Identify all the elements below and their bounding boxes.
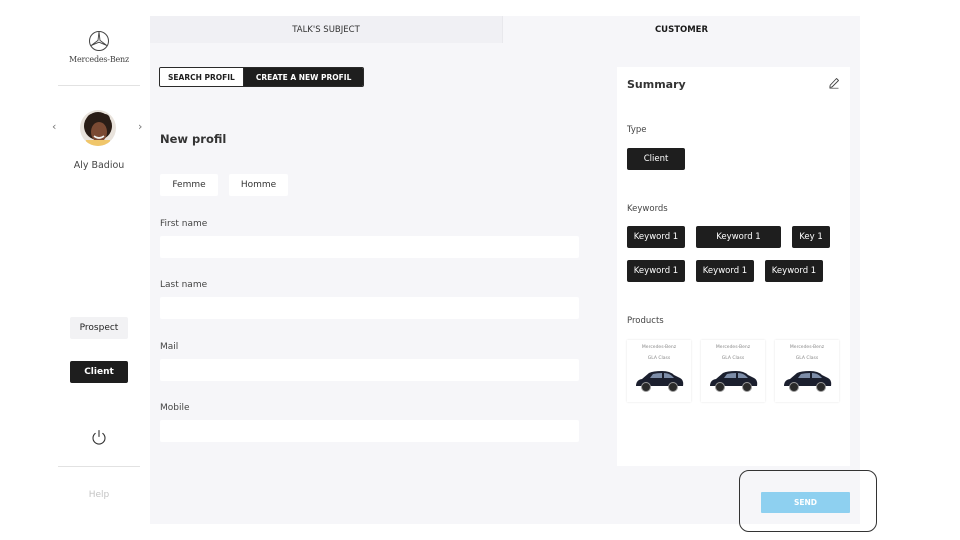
keyword-chip[interactable]: Keyword 1	[627, 260, 685, 282]
last-name-field[interactable]	[160, 297, 579, 319]
summary-card: Summary Type Client Keywords Keyword 1 K…	[617, 67, 850, 466]
tab-customer[interactable]: CUSTOMER	[503, 16, 860, 43]
avatar-image	[80, 110, 116, 146]
sidebar: Mercedes-Benz ‹ › Aly Badiou Prospect Cl…	[52, 16, 142, 524]
car-image	[710, 371, 758, 392]
search-profile-button[interactable]: SEARCH PROFIL	[160, 68, 244, 86]
mobile-field[interactable]	[160, 420, 579, 442]
chevron-right-icon[interactable]: ›	[138, 120, 142, 133]
help-link[interactable]: Help	[56, 490, 142, 500]
keyword-chip[interactable]: Keyword 1	[696, 226, 781, 248]
last-name-label: Last name	[160, 280, 208, 290]
form-title: New profil	[160, 132, 227, 146]
keywords-label: Keywords	[627, 204, 668, 214]
avatar[interactable]	[80, 110, 116, 146]
gender-male-button[interactable]: Homme	[229, 174, 288, 196]
prospect-button[interactable]: Prospect	[70, 317, 128, 339]
keyword-chip[interactable]: Keyword 1	[765, 260, 823, 282]
product-model: GLA Class	[721, 356, 745, 361]
keyword-chip[interactable]: Keyword 1	[627, 226, 685, 248]
mercedes-star-icon	[89, 31, 109, 51]
first-name-field[interactable]	[160, 236, 579, 258]
user-name: Aly Badiou	[73, 160, 125, 171]
summary-title: Summary	[627, 78, 686, 91]
brand-logo: Mercedes-Benz	[56, 30, 142, 64]
sidebar-divider	[58, 466, 140, 467]
first-name-label: First name	[160, 219, 208, 229]
mail-field[interactable]	[160, 359, 579, 381]
client-button[interactable]: Client	[70, 361, 128, 383]
profile-mode-toggle: SEARCH PROFIL CREATE A NEW PROFIL	[159, 67, 365, 87]
type-chip[interactable]: Client	[627, 148, 685, 170]
product-card[interactable]: Mercedes-Benz GLA Class	[627, 340, 691, 402]
mobile-label: Mobile	[160, 403, 190, 413]
product-card[interactable]: Mercedes-Benz GLA Class	[775, 340, 839, 402]
product-model: GLA Class	[647, 356, 671, 361]
product-brand: Mercedes-Benz	[715, 345, 751, 350]
car-image	[636, 371, 684, 392]
tab-talks-subject[interactable]: TALK'S SUBJECT	[150, 16, 503, 43]
brand-name: Mercedes-Benz	[68, 55, 129, 64]
products-label: Products	[627, 316, 664, 326]
gender-female-button[interactable]: Femme	[160, 174, 218, 196]
product-card[interactable]: Mercedes-Benz GLA Class	[701, 340, 765, 402]
create-profile-button[interactable]: CREATE A NEW PROFIL	[243, 68, 364, 86]
type-label: Type	[627, 125, 647, 135]
power-icon[interactable]	[90, 428, 108, 446]
sidebar-divider	[58, 85, 140, 86]
car-image	[784, 371, 832, 392]
product-brand: Mercedes-Benz	[789, 345, 825, 350]
main-panel: TALK'S SUBJECT CUSTOMER SEARCH PROFIL CR…	[150, 16, 860, 524]
keyword-chip[interactable]: Keyword 1	[696, 260, 754, 282]
chevron-left-icon[interactable]: ‹	[52, 120, 56, 133]
product-brand: Mercedes-Benz	[641, 345, 677, 350]
mail-label: Mail	[160, 342, 179, 352]
pencil-icon[interactable]	[828, 77, 840, 89]
send-button[interactable]: SEND	[761, 492, 850, 513]
product-model: GLA Class	[795, 356, 819, 361]
keyword-chip[interactable]: Key 1	[792, 226, 830, 248]
